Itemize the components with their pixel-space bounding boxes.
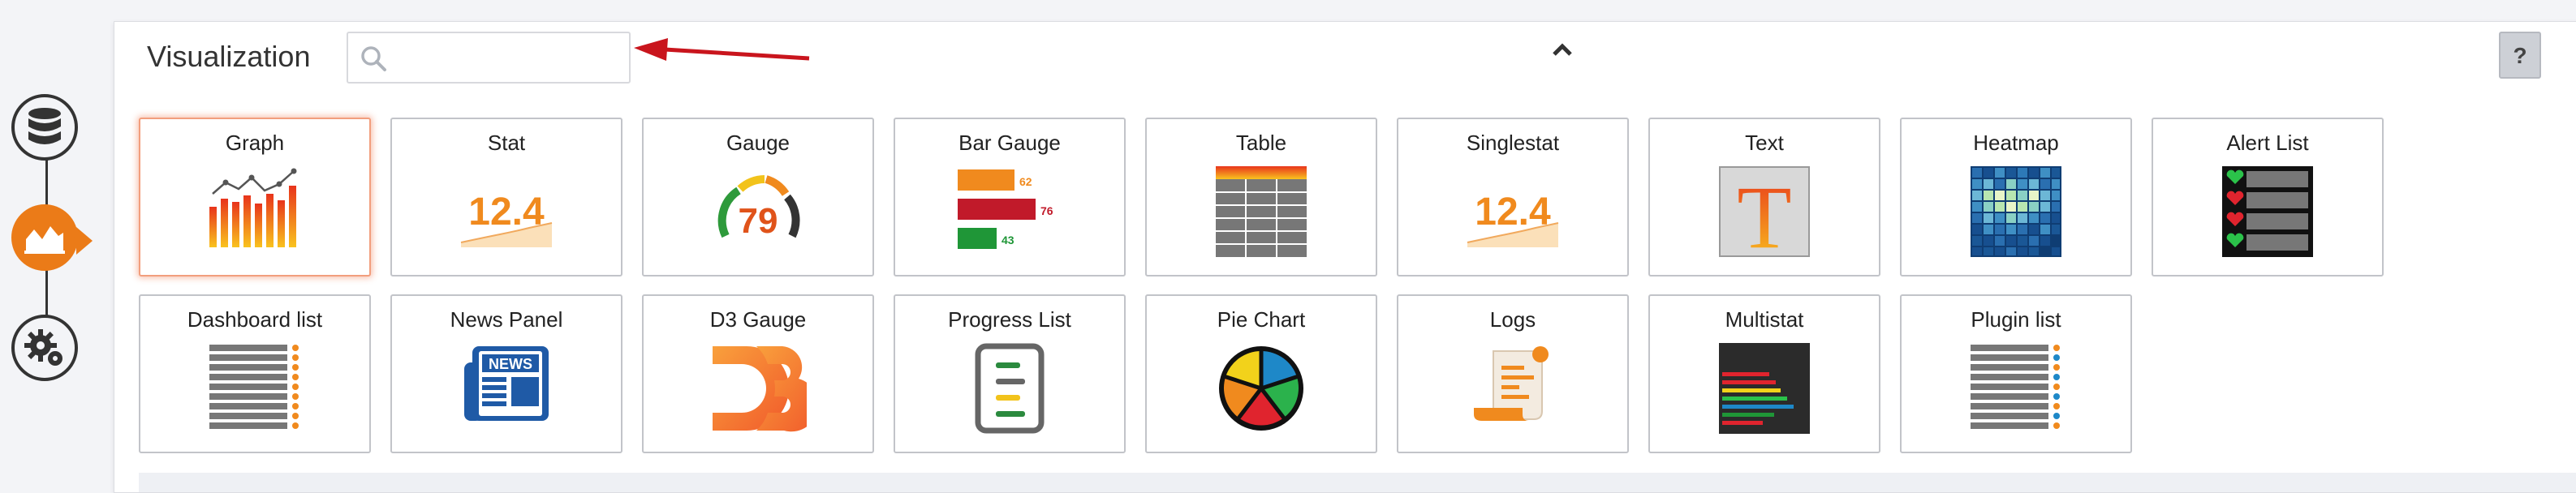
viz-card-label: Dashboard list: [187, 307, 323, 332]
svg-text:62: 62: [1019, 175, 1032, 188]
page-title: Visualization: [147, 40, 311, 73]
multistat-icon: [1719, 343, 1810, 434]
viz-card-alert-list[interactable]: Alert List: [2152, 118, 2384, 277]
svg-text:T: T: [1737, 168, 1791, 257]
text-icon: T: [1719, 166, 1810, 257]
singlestat-value: 12.4: [1475, 191, 1551, 234]
gauge-icon: 79: [717, 175, 800, 241]
viz-card-multistat[interactable]: Multistat: [1648, 294, 1880, 453]
viz-card-label: Multistat: [1725, 307, 1804, 332]
chevron-up-icon[interactable]: [1551, 41, 1574, 58]
database-icon: [28, 108, 61, 144]
alert-list-icon: [2222, 166, 2313, 257]
pie-chart-icon: [1219, 346, 1303, 431]
viz-card-logs[interactable]: Logs: [1397, 294, 1629, 453]
viz-card-text[interactable]: Text T: [1648, 118, 1880, 277]
viz-card-label: Plugin list: [1971, 307, 2061, 332]
gear-icon: [24, 329, 62, 366]
options-section-edge: [139, 473, 2576, 492]
viz-card-label: Heatmap: [1973, 131, 2059, 155]
red-arrow-annotation: [634, 38, 810, 61]
search-input[interactable]: [397, 40, 619, 77]
help-button[interactable]: ?: [2499, 32, 2541, 79]
viz-card-gauge[interactable]: Gauge 79: [642, 118, 874, 277]
viz-card-heatmap[interactable]: Heatmap: [1900, 118, 2132, 277]
bar-gauge-icon: 62 76 43: [958, 169, 1053, 249]
viz-card-label: Stat: [487, 131, 526, 155]
progress-list-icon: [975, 343, 1045, 434]
nav-visualization-button[interactable]: [11, 204, 93, 271]
svg-text:76: 76: [1040, 204, 1053, 217]
news-icon: NEWS: [464, 346, 549, 421]
viz-card-label: Text: [1745, 131, 1784, 155]
viz-card-plugin-list[interactable]: Plugin list: [1900, 294, 2132, 453]
viz-card-label: News Panel: [450, 307, 563, 332]
stat-icon: 12.4: [460, 191, 553, 247]
viz-card-label: Gauge: [726, 131, 790, 155]
visualization-panel: Visualization ? Graph Stat 12.4 Gauge 79…: [114, 21, 2576, 493]
heatmap-icon: [1971, 166, 2061, 257]
viz-card-singlestat[interactable]: Singlestat 12.4: [1397, 118, 1629, 277]
viz-card-stat[interactable]: Stat 12.4: [390, 118, 622, 277]
search-icon: [361, 46, 386, 71]
nav-settings-button[interactable]: [11, 315, 78, 381]
viz-card-label: Logs: [1489, 307, 1536, 332]
viz-card-graph[interactable]: Graph: [139, 118, 371, 277]
svg-text:NEWS: NEWS: [489, 356, 532, 372]
viz-card-label: Alert List: [2226, 131, 2309, 155]
viz-card-table[interactable]: Table: [1145, 118, 1377, 277]
viz-card-label: D3 Gauge: [709, 307, 807, 332]
viz-card-d3-gauge[interactable]: D3 Gauge: [642, 294, 874, 453]
nav-data-sources-button[interactable]: [11, 94, 78, 161]
viz-card-label: Graph: [225, 131, 285, 155]
viz-card-label: Progress List: [948, 307, 1071, 332]
chart-area-icon: [24, 226, 65, 254]
singlestat-icon: 12.4: [1467, 191, 1559, 247]
dashboard-list-icon: [209, 345, 299, 429]
svg-text:43: 43: [1002, 234, 1014, 246]
viz-card-progress-list[interactable]: Progress List: [894, 294, 1126, 453]
viz-card-bar-gauge[interactable]: Bar Gauge 62 76 43: [894, 118, 1126, 277]
graph-icon: [209, 168, 297, 247]
logs-icon: [1474, 346, 1549, 421]
viz-card-dashboard-list[interactable]: Dashboard list: [139, 294, 371, 453]
d3-icon: [713, 346, 807, 432]
viz-card-label: Pie Chart: [1217, 307, 1306, 332]
stat-value: 12.4: [468, 191, 545, 234]
plugin-list-icon: [1971, 345, 2060, 429]
viz-card-label: Table: [1235, 131, 1287, 155]
gauge-value: 79: [739, 201, 778, 241]
viz-card-label: Bar Gauge: [958, 131, 1061, 155]
side-nav: [0, 0, 114, 485]
viz-card-news-panel[interactable]: News Panel NEWS: [390, 294, 622, 453]
table-icon: [1216, 166, 1307, 257]
viz-card-label: Singlestat: [1466, 131, 1560, 155]
search-box[interactable]: [347, 32, 631, 84]
viz-card-pie-chart[interactable]: Pie Chart: [1145, 294, 1377, 453]
